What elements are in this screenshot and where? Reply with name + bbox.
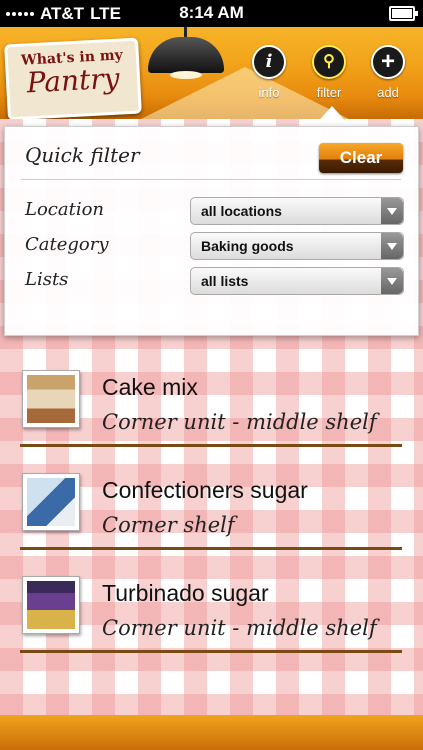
confectioners-sugar-photo [27,478,75,526]
panel-pointer [314,106,350,126]
status-bar: AT&T LTE 8:14 AM [0,0,423,27]
info-button[interactable]: i info [241,45,297,100]
item-divider [20,444,402,447]
lists-label: Lists [25,269,69,290]
cake-mix-photo [27,375,75,423]
logo-line-2: Pantry [25,61,121,100]
lists-select[interactable]: all lists [190,267,404,295]
item-location: Corner unit - middle shelf [102,616,377,640]
clear-button[interactable]: Clear [319,143,403,173]
item-location: Corner unit - middle shelf [102,410,377,434]
category-select[interactable]: Baking goods [190,232,404,260]
item-thumbnail [22,370,80,428]
app-header: What's in my Pantry i info ⚲ filter + ad… [0,27,423,119]
add-icon: + [371,45,405,79]
item-name: Confectioners sugar [102,477,308,503]
quick-filter-panel: Quick filter Clear Location all location… [4,126,419,336]
category-select-value: Baking goods [201,238,294,254]
item-name: Cake mix [102,374,198,400]
filter-button[interactable]: ⚲ filter [301,45,357,100]
chevron-down-icon [381,233,403,259]
location-label: Location [25,199,105,220]
location-select-value: all locations [201,203,282,219]
item-divider [20,547,402,550]
list-item[interactable]: Confectioners sugar Corner shelf [16,461,406,555]
battery-icon [389,6,418,21]
filter-button-label: filter [316,85,342,100]
item-location: Corner shelf [102,513,235,537]
list-item[interactable]: Turbinado sugar Corner unit - middle she… [16,564,406,658]
chevron-down-icon [381,198,403,224]
category-label: Category [25,234,109,255]
lamp-bulb [170,71,202,79]
chevron-down-icon [381,268,403,294]
info-icon: i [252,45,286,79]
item-name: Turbinado sugar [102,580,269,606]
location-select[interactable]: all locations [190,197,404,225]
item-thumbnail [22,473,80,531]
search-icon: ⚲ [312,45,346,79]
info-button-label: info [258,85,280,100]
panel-divider [21,179,401,180]
item-thumbnail [22,576,80,634]
list-item[interactable]: Cake mix Corner unit - middle shelf [16,358,406,452]
bottom-bar [0,715,423,750]
app-logo: What's in my Pantry [4,37,142,119]
item-divider [20,650,402,653]
lamp-icon [148,37,224,73]
turbinado-sugar-photo [27,581,75,629]
add-button[interactable]: + add [360,45,416,100]
filter-row-lists: Lists all lists [25,267,405,295]
add-button-label: add [377,85,399,100]
lists-select-value: all lists [201,273,249,289]
status-time: 8:14 AM [179,3,244,22]
quick-filter-title: Quick filter [25,143,140,167]
filter-row-location: Location all locations [25,197,405,225]
filter-row-category: Category Baking goods [25,232,405,260]
